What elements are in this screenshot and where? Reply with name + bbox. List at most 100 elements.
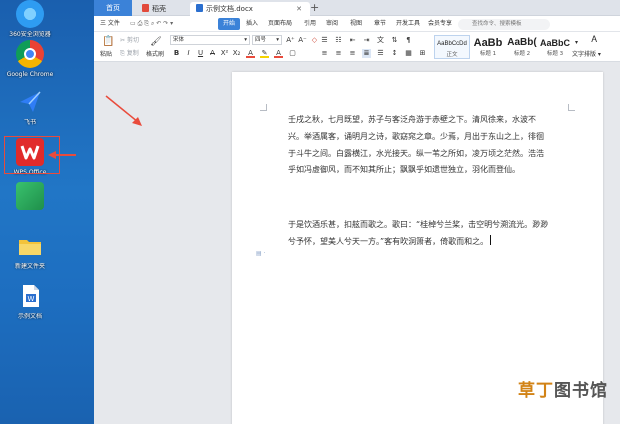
chinese-layout-icon[interactable]: 文 [376, 36, 385, 45]
align-left-icon[interactable]: ≡ [320, 49, 329, 58]
menu-references[interactable]: 引用 [304, 18, 316, 30]
desktop-icon-chrome[interactable]: Google Chrome [4, 40, 56, 79]
text-layout-label: 文字排版 [572, 51, 597, 58]
menu-page-layout[interactable]: 页面布局 [268, 18, 292, 30]
text-color-icon[interactable]: A [274, 49, 283, 58]
grow-font-icon[interactable]: A⁺ [286, 36, 295, 45]
desktop-icon-label: 示例文档 [17, 313, 42, 320]
chevron-down-icon: ▾ [244, 37, 247, 43]
subscript-icon[interactable]: X₂ [232, 49, 241, 58]
desktop-icon-label: 新建文件夹 [14, 263, 45, 270]
text-cursor [490, 234, 492, 245]
font-name-value: 宋体 [173, 37, 185, 43]
strikethrough-icon[interactable]: A [208, 49, 217, 58]
borders-icon[interactable]: ⊞ [418, 49, 427, 58]
margin-corner [260, 104, 267, 111]
menu-insert[interactable]: 插入 [246, 18, 258, 30]
highlight-icon[interactable]: ✎ [260, 49, 269, 58]
menu-member[interactable]: 会员专享 [428, 18, 452, 30]
style-heading-1[interactable]: AaBb 标题 1 [472, 35, 504, 59]
word-doc-icon [196, 4, 203, 12]
text-layout-button[interactable]: 文字排版 ▾ [572, 51, 601, 59]
style-name: 标题 3 [546, 51, 564, 57]
desktop-icon-new-folder[interactable]: 新建文件夹 [4, 232, 56, 271]
menu-file[interactable]: 三 文件 [100, 18, 120, 30]
paste-icon[interactable]: 📋 [102, 36, 114, 48]
tab-daoke[interactable]: 稻壳 [136, 2, 186, 16]
increase-indent-icon[interactable]: ⇥ [362, 36, 371, 45]
copy-label: 复制 [126, 50, 139, 57]
paste-label[interactable]: 粘贴 [100, 51, 112, 59]
sort-icon[interactable]: ⇅ [390, 36, 399, 45]
desktop-icon-app[interactable] [4, 182, 56, 213]
justify-icon[interactable]: ≣ [362, 49, 371, 58]
format-painter-icon[interactable]: 🖌 [150, 36, 162, 48]
menu-developer[interactable]: 开发工具 [396, 18, 420, 30]
annotation-arrow-icon [105, 95, 142, 126]
text-layout-icon[interactable]: Ꭺ [590, 36, 599, 45]
font-size-value: 四号 [255, 37, 267, 43]
align-right-icon[interactable]: ≡ [348, 49, 357, 58]
paragraph-text: 于是饮酒乐甚，扣舷而歌之。歌曰：“桂棹兮兰桨，击空明兮溯流光。渺渺兮予怀，望美人… [288, 220, 549, 246]
menu-view[interactable]: 视图 [350, 18, 362, 30]
command-search-input[interactable] [458, 19, 550, 30]
menu-start[interactable]: 开始 [218, 18, 241, 30]
decrease-indent-icon[interactable]: ⇤ [348, 36, 357, 45]
desktop-icon-sample-doc[interactable]: W 示例文档 [4, 282, 56, 321]
styles-more-icon[interactable]: ▾ [572, 38, 581, 47]
font-name-select[interactable]: 宋体 ▾ [170, 35, 250, 45]
clear-format-icon[interactable]: ◇ [310, 36, 319, 45]
new-tab-plus-icon[interactable]: + [310, 1, 319, 15]
desktop-icon-label: 360安全浏览器 [9, 31, 51, 38]
shading-icon[interactable]: ▦ [404, 49, 413, 58]
bullet-list-icon[interactable]: ☰ [320, 36, 329, 45]
menu-bar: 三 文件 ▭ ⎙ ⎘ ⌕ ↶ ↷ ▾ 开始 插入 页面布局 引用 审阅 视图 章… [94, 16, 620, 32]
tab-bar: 首页 稻壳 示例文档.docx ✕ + [94, 0, 620, 16]
tab-label: 首页 [106, 4, 120, 12]
italic-icon[interactable]: I [184, 49, 193, 58]
bold-icon[interactable]: B [172, 49, 181, 58]
shrink-font-icon[interactable]: A⁻ [298, 36, 307, 45]
style-sample: AaBb [473, 37, 503, 49]
document-page[interactable]: 壬戌之秋，七月既望，苏子与客泛舟游于赤壁之下。清风徐来，水波不兴。举酒属客，诵明… [232, 72, 603, 424]
style-sample: AaBbCcDd [437, 41, 467, 47]
font-size-select[interactable]: 四号 ▾ [252, 35, 282, 45]
style-sample: AaBbC [540, 38, 570, 48]
svg-text:W: W [28, 295, 35, 303]
tab-label: 稻壳 [152, 5, 166, 13]
paragraph-handle-icon[interactable]: ▤ · [256, 250, 265, 257]
close-icon[interactable]: ✕ [296, 2, 302, 16]
style-heading-2[interactable]: AaBb( 标题 2 [506, 35, 538, 59]
copy-button[interactable]: ⎘ 复制 [120, 50, 139, 58]
desktop-icon-360-browser[interactable]: 360安全浏览器 [4, 0, 56, 39]
desktop: 360安全浏览器 Google Chrome 飞书 WPS Office 新建文… [0, 0, 94, 424]
quick-access-icons[interactable]: ▭ ⎙ ⎘ ⌕ ↶ ↷ ▾ [130, 18, 173, 30]
underline-icon[interactable]: U [196, 49, 205, 58]
distributed-icon[interactable]: ☰ [376, 49, 385, 58]
watermark-part: 草丁 [518, 381, 554, 401]
menu-review[interactable]: 审阅 [326, 18, 338, 30]
show-marks-icon[interactable]: ¶ [404, 36, 413, 45]
char-border-icon[interactable]: ▢ [288, 49, 297, 58]
tab-label: 示例文档.docx [206, 5, 253, 13]
paragraph[interactable]: 壬戌之秋，七月既望，苏子与客泛舟游于赤壁之下。清风徐来，水波不兴。举酒属客，诵明… [288, 112, 550, 179]
superscript-icon[interactable]: X² [220, 49, 229, 58]
style-heading-3[interactable]: AaBbC 标题 3 [540, 35, 570, 59]
numbered-list-icon[interactable]: ☷ [334, 36, 343, 45]
tab-document[interactable]: 示例文档.docx ✕ [190, 2, 310, 16]
daoke-icon [142, 4, 149, 12]
paragraph[interactable]: 于是饮酒乐甚，扣舷而歌之。歌曰：“桂棹兮兰桨，击空明兮溯流光。渺渺兮予怀，望美人… [288, 217, 550, 251]
style-normal[interactable]: AaBbCcDd 正文 [434, 35, 470, 59]
cut-label: 剪切 [126, 37, 139, 44]
line-spacing-icon[interactable]: ↕ [390, 49, 399, 58]
align-center-icon[interactable]: ≡ [334, 49, 343, 58]
font-color-icon[interactable]: A [246, 49, 255, 58]
wps-window: 首页 稻壳 示例文档.docx ✕ + 三 文件 ▭ ⎙ ⎘ ⌕ ↶ ↷ ▾ 开… [94, 0, 620, 424]
doc-file-icon: W [16, 282, 44, 310]
chevron-down-icon: ▾ [276, 37, 279, 43]
format-painter-label[interactable]: 格式刷 [146, 51, 164, 59]
menu-chapter[interactable]: 章节 [374, 18, 386, 30]
desktop-icon-feishu[interactable]: 飞书 [4, 88, 56, 127]
tab-home[interactable]: 首页 [94, 0, 132, 16]
cut-button[interactable]: ✂ 剪切 [120, 37, 139, 45]
